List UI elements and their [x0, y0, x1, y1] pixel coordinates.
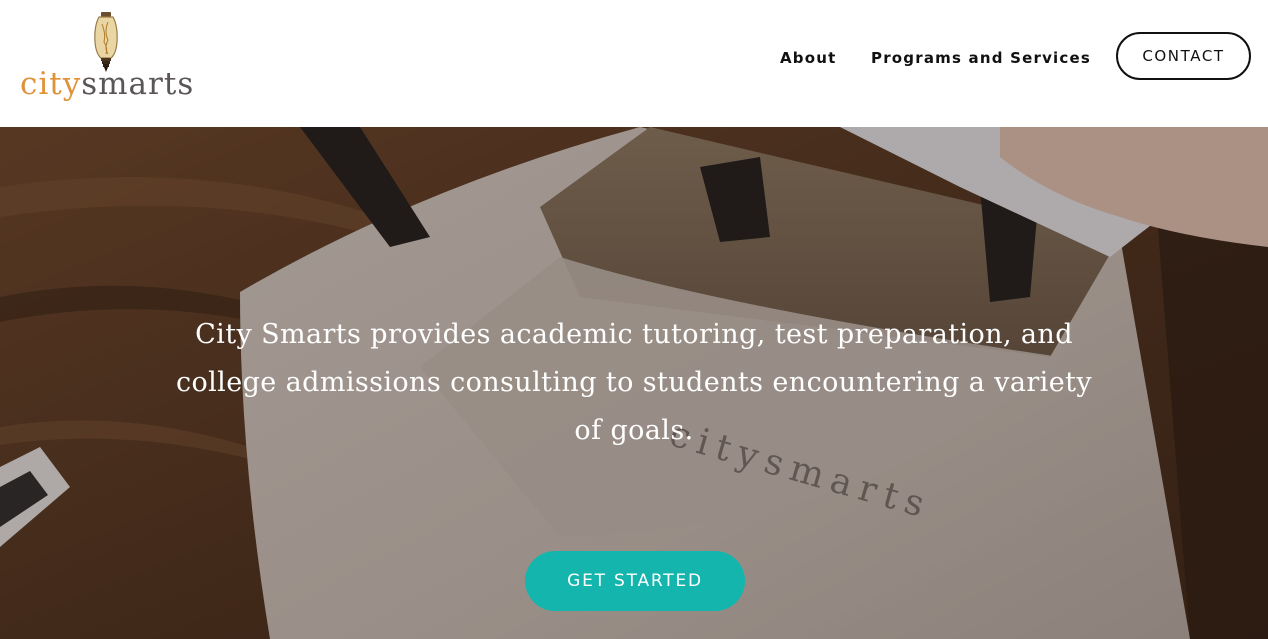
nav-programs-link[interactable]: Programs and Services	[871, 46, 1091, 70]
lightbulb-icon	[94, 12, 118, 72]
nav-about-link[interactable]: About	[780, 46, 837, 70]
get-started-button[interactable]: GET STARTED	[525, 551, 745, 611]
site-header: citysmarts About Programs and Services C…	[0, 0, 1268, 127]
logo-city-text: city	[20, 66, 82, 102]
logo[interactable]: citysmarts	[20, 12, 195, 104]
logo-wordmark: citysmarts	[20, 66, 194, 102]
contact-button[interactable]: CONTACT	[1116, 32, 1251, 80]
hero-tagline: City Smarts provides academic tutoring, …	[175, 319, 1093, 446]
logo-smarts-text: smarts	[81, 66, 195, 102]
hero-section: citysmarts City Smarts provides academic…	[0, 127, 1268, 639]
